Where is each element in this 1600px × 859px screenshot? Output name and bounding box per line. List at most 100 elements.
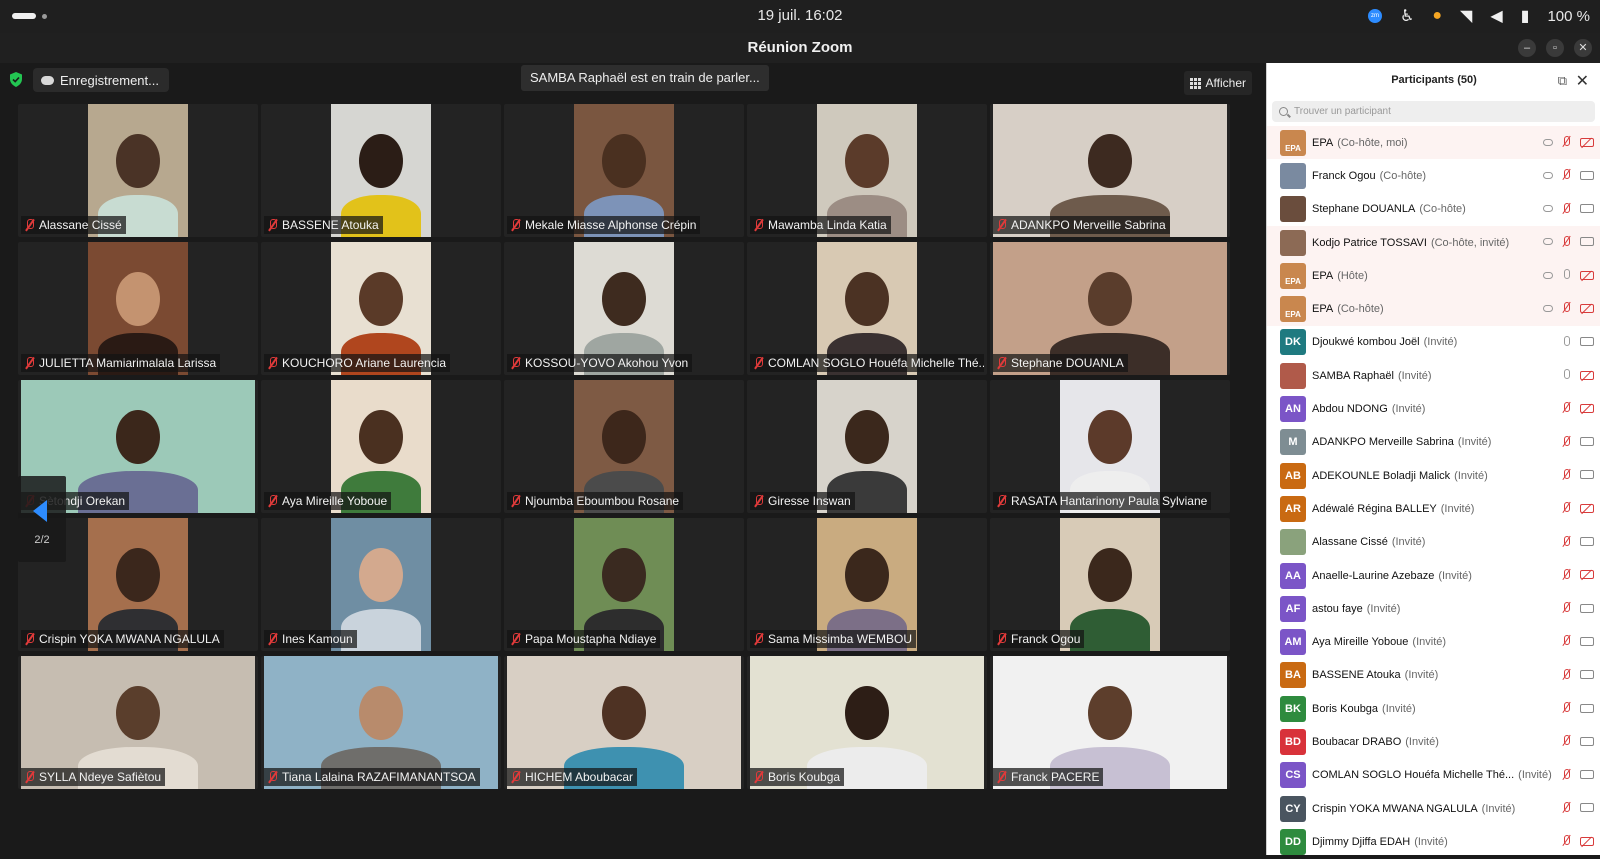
video-tile[interactable]: BASSENE Atouka [261, 104, 501, 237]
participant-row[interactable]: SAMBA Raphaël (Invité) [1267, 359, 1600, 392]
video-tile[interactable]: ADANKPO Merveille Sabrina [990, 104, 1230, 237]
wifi-icon[interactable]: ◥ [1460, 6, 1472, 26]
participant-row[interactable]: CY Crispin YOKA MWANA NGALULA (Invité) [1267, 792, 1600, 825]
video-tile[interactable]: Franck Ogou [990, 518, 1230, 651]
mic-muted-icon[interactable] [1562, 801, 1571, 814]
mic-muted-icon[interactable] [1562, 302, 1571, 314]
participant-row[interactable]: DD Djimmy Djiffa EDAH (Invité) [1267, 825, 1600, 858]
video-tile[interactable]: SYLLA Ndeye Safiètou [18, 656, 258, 789]
microphone-icon[interactable]: ● [1432, 7, 1442, 25]
mic-muted-icon[interactable] [1562, 768, 1571, 781]
mic-muted-icon[interactable] [1562, 468, 1571, 481]
participant-row[interactable]: Stephane DOUANLA (Co-hôte) [1267, 193, 1600, 226]
close-panel-icon[interactable]: ✕ [1576, 71, 1589, 91]
participant-row[interactable]: Alassane Cissé (Invité) [1267, 526, 1600, 559]
camera-icon[interactable] [1580, 437, 1594, 447]
video-tile[interactable]: KOUCHORO Ariane Laurencia [261, 242, 501, 375]
participant-row[interactable]: AN Abdou NDONG (Invité) [1267, 392, 1600, 425]
participant-search[interactable] [1272, 101, 1595, 122]
camera-icon[interactable] [1580, 204, 1594, 214]
video-tile[interactable]: Njoumba Eboumbou Rosane [504, 380, 744, 513]
mic-muted-icon[interactable] [1562, 402, 1571, 414]
restore-button[interactable]: ▫ [1546, 39, 1564, 57]
zoom-tray-icon[interactable]: zm [1368, 9, 1382, 23]
mic-muted-icon[interactable] [1562, 668, 1571, 681]
participant-row[interactable]: AM Aya Mireille Yoboue (Invité) [1267, 625, 1600, 658]
recording-indicator[interactable]: Enregistrement... [33, 68, 169, 92]
camera-off-icon[interactable] [1580, 403, 1594, 413]
video-tile[interactable]: KOSSOU-YOVO Akohou Yvon [504, 242, 744, 375]
camera-icon[interactable] [1580, 770, 1594, 780]
mic-muted-icon[interactable] [1562, 835, 1571, 847]
camera-icon[interactable] [1580, 537, 1594, 547]
participant-row[interactable]: AR Adéwalé Régina BALLEY (Invité) [1267, 492, 1600, 525]
participant-row[interactable]: AB ADEKOUNLE Boladji Malick (Invité) [1267, 459, 1600, 492]
volume-icon[interactable]: ◀ [1490, 6, 1502, 26]
system-tray[interactable]: zm ♿ ● ◥ ◀ ▮ 100 % [1368, 6, 1590, 26]
camera-off-icon[interactable] [1580, 570, 1594, 580]
participant-row[interactable]: BK Boris Koubga (Invité) [1267, 692, 1600, 725]
camera-off-icon[interactable] [1580, 270, 1594, 280]
video-tile[interactable]: Aya Mireille Yoboue [261, 380, 501, 513]
participant-row[interactable]: Kodjo Patrice TOSSAVI (Co-hôte, invité) [1267, 225, 1600, 260]
video-tile[interactable]: Franck PACERE [990, 656, 1230, 789]
video-tile[interactable]: Sama Missimba WEMBOU [747, 518, 987, 651]
camera-icon[interactable] [1580, 337, 1594, 347]
mic-muted-icon[interactable] [1562, 535, 1571, 548]
camera-icon[interactable] [1580, 703, 1594, 713]
video-tile[interactable]: Mawamba Linda Katia [747, 104, 987, 237]
video-tile[interactable]: Mekale Miasse Alphonse Crépin [504, 104, 744, 237]
minimize-button[interactable]: – [1518, 39, 1536, 57]
camera-icon[interactable] [1580, 670, 1594, 680]
participant-row[interactable]: BD Boubacar DRABO (Invité) [1267, 725, 1600, 758]
participant-row[interactable]: EPA EPA (Hôte) [1267, 259, 1600, 293]
mic-icon[interactable] [1562, 269, 1571, 281]
mic-muted-icon[interactable] [1562, 435, 1571, 448]
camera-icon[interactable] [1580, 170, 1594, 180]
mic-muted-icon[interactable] [1562, 235, 1571, 248]
camera-off-icon[interactable] [1580, 503, 1594, 513]
camera-icon[interactable] [1580, 470, 1594, 480]
video-tile[interactable]: JULIETTA Mamiarimalala Larissa [18, 242, 258, 375]
mic-icon[interactable] [1562, 335, 1571, 348]
participant-row[interactable]: AF astou faye (Invité) [1267, 592, 1600, 625]
participant-row[interactable]: EPA EPA (Co-hôte, moi) [1267, 126, 1600, 160]
camera-icon[interactable] [1580, 636, 1594, 646]
participant-row[interactable]: AA Anaelle-Laurine Azebaze (Invité) [1267, 559, 1600, 592]
mic-muted-icon[interactable] [1562, 502, 1571, 514]
camera-icon[interactable] [1580, 237, 1594, 247]
popout-icon[interactable]: ⧉ [1558, 73, 1567, 89]
view-button[interactable]: Afficher [1183, 71, 1252, 95]
video-tile[interactable]: Stephane DOUANLA [990, 242, 1230, 375]
mic-muted-icon[interactable] [1562, 136, 1571, 148]
participant-row[interactable]: Franck Ogou (Co-hôte) [1267, 159, 1600, 192]
previous-page-button[interactable]: 2/2 [18, 476, 66, 562]
participant-row[interactable]: M ADANKPO Merveille Sabrina (Invité) [1267, 426, 1600, 459]
camera-off-icon[interactable] [1580, 370, 1594, 380]
encryption-shield-icon[interactable] [9, 72, 23, 87]
mic-muted-icon[interactable] [1562, 202, 1571, 215]
mic-muted-icon[interactable] [1562, 702, 1571, 714]
mic-icon[interactable] [1562, 369, 1571, 381]
close-window-button[interactable]: ✕ [1574, 39, 1592, 57]
video-tile[interactable]: HICHEM Aboubacar [504, 656, 744, 789]
video-tile[interactable]: Boris Koubga [747, 656, 987, 789]
mic-muted-icon[interactable] [1562, 635, 1571, 647]
camera-off-icon[interactable] [1580, 836, 1594, 846]
video-tile[interactable]: Ines Kamoun [261, 518, 501, 651]
video-tile[interactable]: COMLAN SOGLO Houéfa Michelle Thé... [747, 242, 987, 375]
accessibility-icon[interactable]: ♿ [1400, 6, 1414, 26]
mic-muted-icon[interactable] [1562, 735, 1571, 747]
video-tile[interactable]: Papa Moustapha Ndiaye [504, 518, 744, 651]
participant-row[interactable]: BA BASSENE Atouka (Invité) [1267, 659, 1600, 692]
video-tile[interactable]: RASATA Hantarinony Paula Sylviane [990, 380, 1230, 513]
camera-off-icon[interactable] [1580, 303, 1594, 313]
participant-row[interactable]: DK Djoukwé kombou Joël (Invité) [1267, 326, 1600, 359]
camera-icon[interactable] [1580, 803, 1594, 813]
video-tile[interactable]: Alassane Cissé [18, 104, 258, 237]
mic-muted-icon[interactable] [1562, 568, 1571, 581]
camera-icon[interactable] [1580, 736, 1594, 746]
mic-muted-icon[interactable] [1562, 602, 1571, 614]
video-tile[interactable]: Tiana Lalaina RAZAFIMANANTSOA [261, 656, 501, 789]
participant-row[interactable]: EPA EPA (Co-hôte) [1267, 292, 1600, 326]
